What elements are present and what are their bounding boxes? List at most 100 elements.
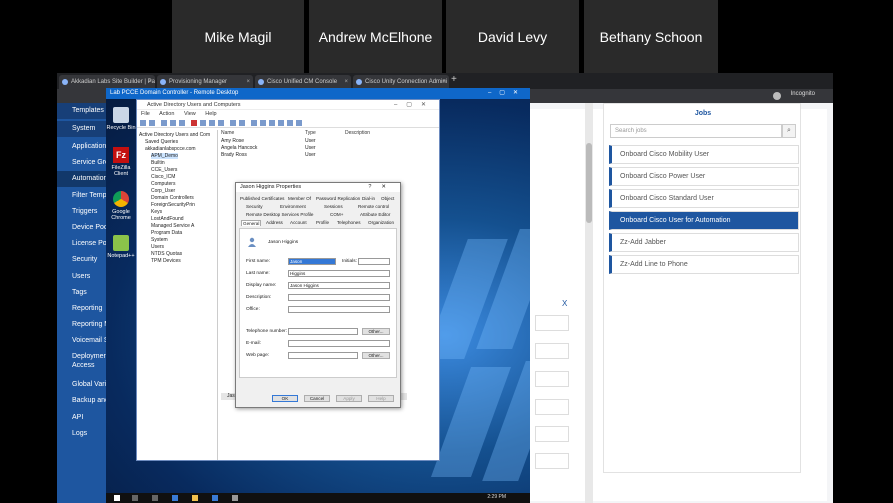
tree-item-selected[interactable]: APM_Demo xyxy=(151,153,178,159)
desktop-icon-recycle-bin[interactable]: Recycle Bin xyxy=(106,107,136,131)
tree-item[interactable]: ForeignSecurityPrin xyxy=(151,202,195,208)
tab-address[interactable]: Address xyxy=(266,220,283,225)
user-add-icon[interactable] xyxy=(251,120,257,126)
sidebar-item-backup[interactable]: Backup and xyxy=(57,393,107,409)
desktop-icon-filezilla[interactable]: Fz FileZilla Client xyxy=(106,147,136,177)
tree-item[interactable]: Cisco_ICM xyxy=(151,174,175,180)
tab-sessions[interactable]: Sessions xyxy=(324,204,343,209)
window-controls[interactable]: –▢✕ xyxy=(488,88,526,99)
tree-item[interactable]: Active Directory Users and Com xyxy=(139,132,210,138)
first-name-field[interactable]: Jason xyxy=(288,258,336,265)
tab-dial-in[interactable]: Dial-in xyxy=(362,196,375,201)
tab-telephones[interactable]: Telephones xyxy=(337,220,361,225)
tab-profile[interactable]: Profile xyxy=(316,220,329,225)
office-field[interactable] xyxy=(288,306,390,313)
tree-item[interactable]: akkadianlabspcce.com xyxy=(145,146,196,152)
sidebar-item-device-pool[interactable]: Device Pool xyxy=(57,220,107,236)
help-button[interactable]: ? xyxy=(368,184,381,190)
form-field[interactable] xyxy=(535,315,569,331)
scrollbar-thumb[interactable] xyxy=(586,143,592,223)
search-icon[interactable] xyxy=(132,495,138,501)
telephone-field[interactable] xyxy=(288,328,358,335)
sidebar-item-logs[interactable]: Logs xyxy=(57,426,107,442)
job-item-selected[interactable]: Onboard Cisco User for Automation xyxy=(609,211,799,230)
tree-item[interactable]: TPM Devices xyxy=(151,258,181,264)
job-item[interactable]: Zz-Add Jabber xyxy=(609,233,799,252)
sidebar-item-voicemail[interactable]: Voicemail S xyxy=(57,333,107,349)
tab-password-replication[interactable]: Password Replication xyxy=(316,196,360,201)
help-dialog-button[interactable]: Help xyxy=(368,395,394,402)
browser-tab[interactable]: Provisioning Manager × xyxy=(157,75,253,89)
tab-account[interactable]: Account xyxy=(290,220,307,225)
column-header-type[interactable]: Type xyxy=(305,130,316,136)
last-name-field[interactable]: Higgins xyxy=(288,270,390,277)
server-manager-icon[interactable] xyxy=(212,495,218,501)
close-icon[interactable]: × xyxy=(442,75,446,89)
tab-rds-profile[interactable]: Remote Desktop Services Profile xyxy=(246,212,313,217)
tab-remote-control[interactable]: Remote control xyxy=(358,204,389,209)
tab-member-of[interactable]: Member Of xyxy=(288,196,311,201)
back-icon[interactable] xyxy=(140,120,146,126)
sidebar-item-system[interactable]: System xyxy=(57,121,107,137)
export-icon[interactable] xyxy=(218,120,224,126)
participant-tile[interactable]: Mike Magil xyxy=(172,0,304,73)
sidebar-item-license-pool[interactable]: License Po xyxy=(57,236,107,252)
new-tab-button[interactable]: + xyxy=(451,74,457,85)
browser-tab[interactable]: Akkadian Labs Site Builder | Pa × xyxy=(59,75,155,89)
tab-organization[interactable]: Organization xyxy=(368,220,394,225)
group-add-icon[interactable] xyxy=(260,120,266,126)
forward-icon[interactable] xyxy=(149,120,155,126)
job-item[interactable]: Onboard Cisco Standard User xyxy=(609,189,799,208)
page-scrollbar[interactable] xyxy=(585,103,593,503)
form-field[interactable] xyxy=(535,453,569,469)
initials-field[interactable] xyxy=(358,258,390,265)
tab-published-certificates[interactable]: Published Certificates xyxy=(240,196,284,201)
form-field[interactable] xyxy=(535,343,569,359)
sidebar-item-reporting-m[interactable]: Reporting M xyxy=(57,317,107,333)
browser-tab[interactable]: Cisco Unity Connection Admini × xyxy=(353,75,449,89)
participant-tile[interactable]: David Levy xyxy=(446,0,579,73)
sidebar-item-templates[interactable]: Templates xyxy=(57,103,107,119)
telephone-other-button[interactable]: Other... xyxy=(362,328,390,335)
add-to-group-icon[interactable] xyxy=(296,120,302,126)
form-field[interactable] xyxy=(535,399,569,415)
apply-button[interactable]: Apply xyxy=(336,395,362,402)
job-item[interactable]: Onboard Cisco Power User xyxy=(609,167,799,186)
tree-item[interactable]: Corp_User xyxy=(151,188,175,194)
find-icon[interactable] xyxy=(287,120,293,126)
task-view-icon[interactable] xyxy=(152,495,158,501)
tree-item[interactable]: Saved Queries xyxy=(145,139,178,145)
tab-com-plus[interactable]: COM+ xyxy=(330,212,343,217)
file-explorer-icon[interactable] xyxy=(192,495,198,501)
email-field[interactable] xyxy=(288,340,390,347)
menu-view[interactable]: View xyxy=(184,111,196,117)
participant-tile[interactable]: Andrew McElhone xyxy=(309,0,442,73)
web-page-field[interactable] xyxy=(288,352,358,359)
job-item[interactable]: Zz-Add Line to Phone xyxy=(609,255,799,274)
sidebar-item-triggers[interactable]: Triggers xyxy=(57,204,107,220)
tree-item[interactable]: Computers xyxy=(151,181,175,187)
ok-button[interactable]: OK xyxy=(272,395,298,402)
close-panel-button[interactable]: X xyxy=(562,299,567,308)
column-header-name[interactable]: Name xyxy=(221,130,234,136)
tree-item[interactable]: Builtin xyxy=(151,160,165,166)
desktop-icon-chrome[interactable]: Google Chrome xyxy=(106,191,136,221)
start-icon[interactable] xyxy=(114,495,120,501)
cancel-button[interactable]: Cancel xyxy=(304,395,330,402)
sidebar-item-deployment-access[interactable]: Deployment Access xyxy=(57,350,107,372)
tab-object[interactable]: Object xyxy=(381,196,394,201)
properties-icon[interactable] xyxy=(200,120,206,126)
filter-icon[interactable] xyxy=(278,120,284,126)
menu-help[interactable]: Help xyxy=(205,111,216,117)
tree-item[interactable]: NTDS Quotas xyxy=(151,251,182,257)
tree-item[interactable]: Managed Service A xyxy=(151,223,194,229)
sidebar-item-reporting[interactable]: Reporting xyxy=(57,301,107,317)
folder-icon[interactable] xyxy=(161,120,167,126)
sidebar-item-tags[interactable]: Tags xyxy=(57,285,107,301)
tree-item[interactable]: Keys xyxy=(151,209,162,215)
sidebar-item-api[interactable]: API xyxy=(57,410,107,426)
web-page-other-button[interactable]: Other... xyxy=(362,352,390,359)
desktop-icon-notepad[interactable]: Notepad++ xyxy=(106,235,136,259)
tab-general[interactable]: General xyxy=(241,220,262,226)
sidebar-item-automation[interactable]: Automation xyxy=(57,171,107,187)
